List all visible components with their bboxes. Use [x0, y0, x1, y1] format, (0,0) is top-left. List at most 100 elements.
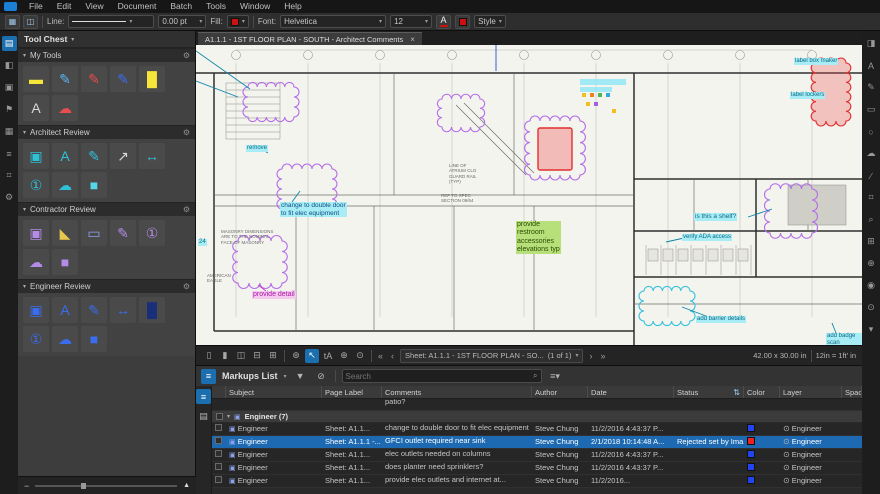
row-checkbox[interactable] — [215, 450, 222, 457]
pen-tool-icon[interactable]: ✎ — [864, 80, 879, 95]
column-header-status[interactable]: Status ⇅ — [674, 386, 744, 398]
tool-note[interactable]: █ — [139, 66, 165, 92]
filter-icon[interactable]: ▼ — [293, 369, 308, 384]
column-header-layer[interactable]: Layer — [780, 386, 842, 398]
line-tool-icon[interactable]: ∕ — [864, 168, 879, 183]
snapshot-tool-icon[interactable]: ⊞ — [864, 234, 879, 249]
section-header-architect-review[interactable]: ▾Architect Review⚙ — [18, 125, 195, 139]
summary-tab-icon[interactable]: ▤ — [196, 409, 211, 424]
eye-icon[interactable]: ⊙ — [783, 463, 790, 472]
tool-pen-blue[interactable]: ✎ — [52, 66, 78, 92]
tool-count[interactable]: ① — [23, 172, 49, 198]
tool-count[interactable]: ① — [139, 220, 165, 246]
links-panel-icon[interactable]: ⊕ — [864, 256, 879, 271]
style-dropdown[interactable]: Style ▾ — [474, 15, 506, 28]
tool-dimension[interactable]: ↔ — [110, 297, 136, 323]
last-page-icon[interactable]: » — [598, 351, 607, 361]
gear-icon[interactable]: ⚙ — [183, 282, 190, 291]
hide-markups-icon[interactable]: ⊘ — [314, 369, 329, 384]
section-header-my-tools[interactable]: ▾My Tools⚙ — [18, 48, 195, 62]
settings-icon[interactable]: ⚙ — [2, 190, 17, 205]
markup-text[interactable]: label lockers — [790, 92, 825, 99]
markup-text[interactable]: AMERICANEAGLE — [206, 273, 232, 284]
tool-callout[interactable]: ▣ — [23, 220, 49, 246]
properties-panel-icon[interactable]: ◨ — [864, 36, 879, 51]
select-text-icon[interactable]: tA — [321, 349, 335, 363]
tool-cloud-red[interactable]: ☁ — [52, 95, 78, 121]
select-icon[interactable]: ↖ — [305, 349, 319, 363]
collapse-icon[interactable]: − — [24, 481, 29, 491]
panel-slider[interactable] — [35, 485, 177, 487]
markup-text[interactable]: change to double doorto fit elec equipme… — [280, 202, 347, 217]
tool-callout[interactable]: ▣ — [23, 143, 49, 169]
tool-area[interactable]: ■ — [81, 172, 107, 198]
markup-text[interactable]: provide detail — [252, 291, 296, 299]
table-row[interactable]: ▣ EngineerSheet: A1.1...does planter nee… — [212, 462, 862, 475]
row-checkbox[interactable] — [215, 424, 222, 431]
properties-icon[interactable]: ◧ — [2, 58, 17, 73]
layers-icon[interactable]: ≡ — [2, 146, 17, 161]
tool-callout[interactable]: ▣ — [23, 297, 49, 323]
column-header-date[interactable]: Date — [588, 386, 674, 398]
resize-handle-icon[interactable]: ▲ — [183, 482, 190, 489]
line-style-dropdown[interactable]: ▾ — [68, 15, 154, 28]
color-swatch[interactable] — [747, 476, 755, 484]
tool-rectangle[interactable]: ▭ — [81, 220, 107, 246]
markup-text[interactable]: MASONRY DIMENSIONSARE TO THE NOMINALFACE… — [220, 229, 274, 245]
markups-list-icon[interactable]: ≡ — [201, 369, 216, 384]
color-swatch[interactable] — [747, 424, 755, 432]
zoom-in-icon[interactable]: ⊕ — [337, 349, 351, 363]
markups-icon[interactable]: ▣ — [2, 80, 17, 95]
panels-icon[interactable]: ◫ — [23, 15, 38, 29]
menu-batch[interactable]: Batch — [163, 0, 199, 13]
font-dropdown[interactable]: Helvetica ▾ — [280, 15, 386, 28]
eye-icon[interactable]: ⊙ — [783, 437, 790, 446]
gear-icon[interactable]: ⚙ — [183, 51, 190, 60]
side-by-side-view-icon[interactable]: ◫ — [234, 349, 248, 363]
full-screen-icon[interactable]: ⊞ — [266, 349, 280, 363]
table-row-partial[interactable]: patio? — [212, 399, 862, 411]
menu-window[interactable]: Window — [233, 0, 277, 13]
ellipse-tool-icon[interactable]: ○ — [864, 124, 879, 139]
markup-text[interactable]: LINE OFATRIUM CLGGUARD RAIL(TYP) — [448, 163, 478, 184]
markup-text[interactable]: remove — [246, 145, 268, 152]
markups-list-tab-icon[interactable]: ≡ — [196, 389, 211, 404]
tool-area[interactable]: ■ — [81, 326, 107, 352]
tool-count[interactable]: ① — [23, 326, 49, 352]
single-page-view-icon[interactable]: ▯ — [202, 349, 216, 363]
tool-triangle[interactable]: ◣ — [52, 220, 78, 246]
markup-text[interactable]: REF TO SPECSECTION 09/64 — [440, 193, 475, 204]
tool-cloud[interactable]: ☁ — [52, 326, 78, 352]
table-row[interactable]: ▣ EngineerSheet: A1.1.1 -...GFCI outlet … — [212, 436, 862, 449]
search-icon[interactable]: ⌕ — [533, 371, 537, 381]
markup-text[interactable]: is this a shelf? — [694, 213, 737, 221]
tool-dimension[interactable]: ↔ — [139, 143, 165, 169]
row-checkbox[interactable] — [215, 476, 222, 483]
tool-pen[interactable]: ✎ — [81, 143, 107, 169]
column-header-color[interactable]: Color — [744, 386, 780, 398]
measure-tool-icon[interactable]: ⌗ — [864, 190, 879, 205]
eye-icon[interactable]: ⊙ — [783, 424, 790, 433]
group-row-engineer[interactable]: ▾▣Engineer (7) — [212, 411, 862, 423]
markup-text[interactable]: verify ADA access — [682, 234, 732, 241]
column-header-space[interactable]: Space — [842, 386, 862, 398]
more-icon[interactable]: ▾ — [864, 322, 879, 337]
slider-handle[interactable] — [81, 483, 86, 489]
menu-view[interactable]: View — [78, 0, 110, 13]
line-width-dropdown[interactable]: 0.00 pt ▾ — [158, 15, 206, 28]
table-row[interactable]: ▣ EngineerSheet: A1.1...provide elec out… — [212, 475, 862, 488]
row-checkbox[interactable] — [215, 463, 222, 470]
menu-edit[interactable]: Edit — [50, 0, 79, 13]
sort-icon[interactable]: ⇅ — [733, 388, 740, 397]
markup-text[interactable]: add barrier details — [696, 316, 746, 323]
font-size-dropdown[interactable]: 12 ▾ — [390, 15, 432, 28]
tool-cloud[interactable]: ☁ — [52, 172, 78, 198]
thumbnails-icon[interactable]: ▦ — [2, 124, 17, 139]
section-header-engineer-review[interactable]: ▾Engineer Review⚙ — [18, 279, 195, 293]
menu-help[interactable]: Help — [277, 0, 308, 13]
column-header-author[interactable]: Author — [532, 386, 588, 398]
tool-text[interactable]: A — [52, 143, 78, 169]
tool-pen-navy[interactable]: ✎ — [110, 66, 136, 92]
menu-file[interactable]: File — [22, 0, 50, 13]
menu-document[interactable]: Document — [111, 0, 164, 13]
